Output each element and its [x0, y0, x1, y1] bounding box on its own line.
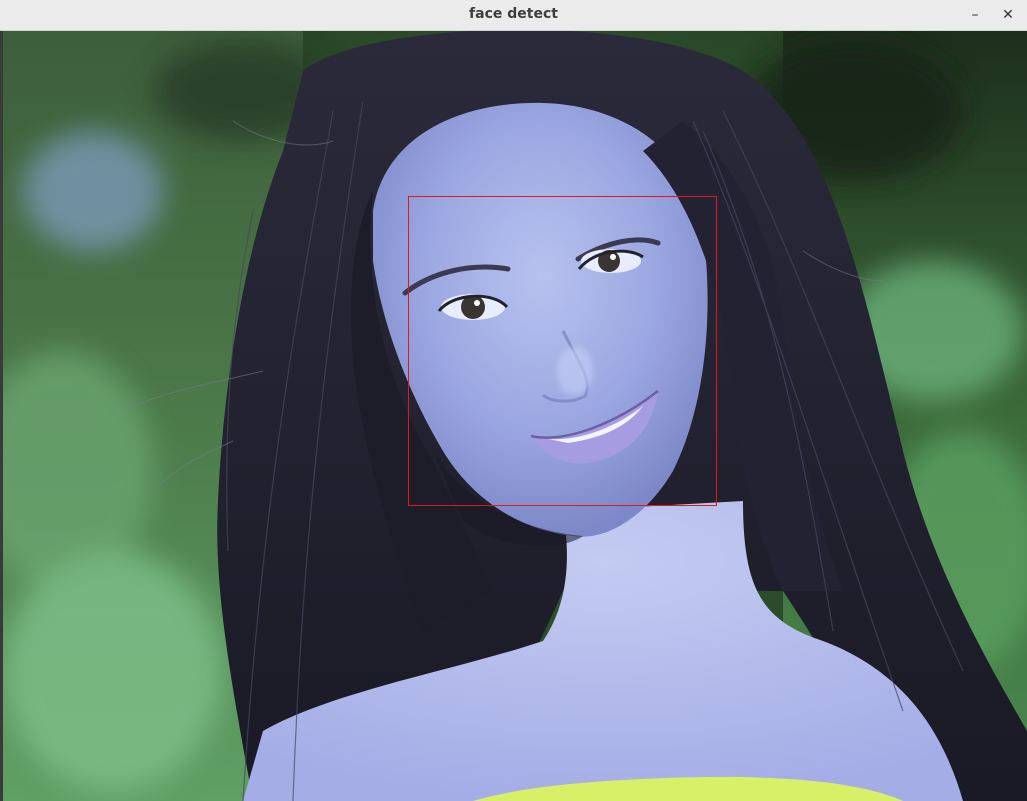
window-title: face detect	[469, 6, 558, 22]
close-button[interactable]: ✕	[997, 4, 1019, 26]
app-window: face detect – ✕	[0, 0, 1027, 801]
face-detection-box	[408, 196, 717, 506]
close-icon: ✕	[1002, 7, 1014, 23]
title-bar[interactable]: face detect – ✕	[0, 0, 1027, 31]
minimize-button[interactable]: –	[964, 4, 986, 26]
minimize-icon: –	[971, 7, 979, 23]
